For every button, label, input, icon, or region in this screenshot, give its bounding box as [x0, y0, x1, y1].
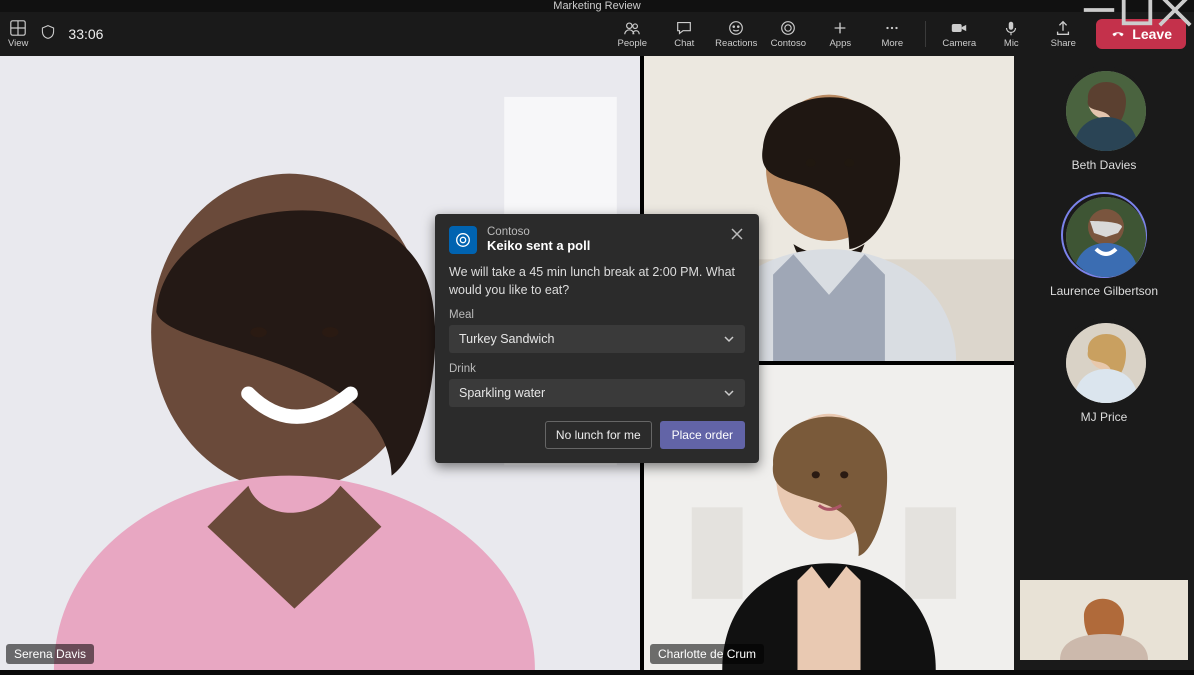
participant-name-chip: Serena Davis: [6, 644, 94, 664]
meeting-stage: Serena Davis: [0, 56, 1194, 670]
roster-item[interactable]: Laurence Gilbertson: [1050, 192, 1158, 298]
view-button-label: View: [8, 38, 28, 49]
poll-meal-value: Turkey Sandwich: [459, 332, 554, 346]
people-button-label: People: [618, 38, 648, 49]
poll-drink-select[interactable]: Sparkling water: [449, 379, 745, 407]
avatar: [1066, 323, 1146, 403]
poll-decline-button[interactable]: No lunch for me: [545, 421, 652, 449]
contoso-app-button-label: Contoso: [771, 38, 806, 49]
poll-dialog: Contoso Keiko sent a poll We will take a…: [435, 214, 759, 463]
participant-roster: Beth Davies Laurence Gilbertson MJ Price: [1014, 56, 1194, 670]
poll-close-button[interactable]: [729, 226, 745, 245]
window-maximize-button[interactable]: [1118, 0, 1156, 20]
chat-button-label: Chat: [674, 38, 694, 49]
chat-button[interactable]: Chat: [659, 12, 709, 56]
apps-button-label: Apps: [829, 38, 851, 49]
close-icon: [731, 228, 743, 240]
poll-message: We will take a 45 min lunch break at 2:0…: [449, 264, 745, 299]
avatar: [1066, 197, 1146, 277]
poll-drink-label: Drink: [449, 363, 745, 375]
video-grid: Serena Davis: [0, 56, 1014, 670]
poll-meal-select[interactable]: Turkey Sandwich: [449, 325, 745, 353]
camera-button[interactable]: Camera: [934, 12, 984, 56]
mic-button-label: Mic: [1004, 38, 1019, 49]
roster-item[interactable]: MJ Price: [1061, 318, 1147, 424]
roster-item-name: MJ Price: [1081, 410, 1128, 424]
poll-submit-button[interactable]: Place order: [660, 421, 745, 449]
participant-name-chip: Charlotte de Crum: [650, 644, 764, 664]
titlebar: Marketing Review: [0, 0, 1194, 12]
poll-drink-value: Sparkling water: [459, 386, 545, 400]
view-button[interactable]: View: [8, 19, 28, 49]
poll-meal-label: Meal: [449, 309, 745, 321]
meeting-timer: 33:06: [68, 26, 103, 42]
reactions-button[interactable]: Reactions: [711, 12, 761, 56]
apps-button[interactable]: Apps: [815, 12, 865, 56]
share-button-label: Share: [1051, 38, 1076, 49]
meeting-toolbar: View 33:06 People Chat Reactions: [0, 12, 1194, 56]
roster-item[interactable]: Beth Davies: [1061, 66, 1147, 172]
meeting-title: Marketing Review: [553, 0, 640, 12]
reactions-button-label: Reactions: [715, 38, 757, 49]
mic-button[interactable]: Mic: [986, 12, 1036, 56]
roster-item-name: Beth Davies: [1072, 158, 1137, 172]
contoso-app-button[interactable]: Contoso: [763, 12, 813, 56]
camera-button-label: Camera: [942, 38, 976, 49]
window-controls: [1080, 0, 1194, 20]
contoso-app-icon: [449, 226, 477, 254]
more-button-label: More: [881, 38, 903, 49]
toolbar-separator: [925, 21, 926, 47]
window-minimize-button[interactable]: [1080, 0, 1118, 20]
meeting-window: Marketing Review View 33:06: [0, 0, 1194, 667]
roster-item-name: Laurence Gilbertson: [1050, 284, 1158, 298]
chevron-down-icon: [723, 333, 735, 345]
roster-overflow-tile[interactable]: [1020, 580, 1188, 660]
avatar: [1066, 71, 1146, 151]
chevron-down-icon: [723, 387, 735, 399]
people-button[interactable]: People: [607, 12, 657, 56]
more-button[interactable]: More: [867, 12, 917, 56]
privacy-shield-button[interactable]: [40, 24, 56, 45]
window-close-button[interactable]: [1156, 0, 1194, 20]
poll-app-name: Contoso: [487, 226, 719, 238]
poll-title: Keiko sent a poll: [487, 238, 719, 253]
